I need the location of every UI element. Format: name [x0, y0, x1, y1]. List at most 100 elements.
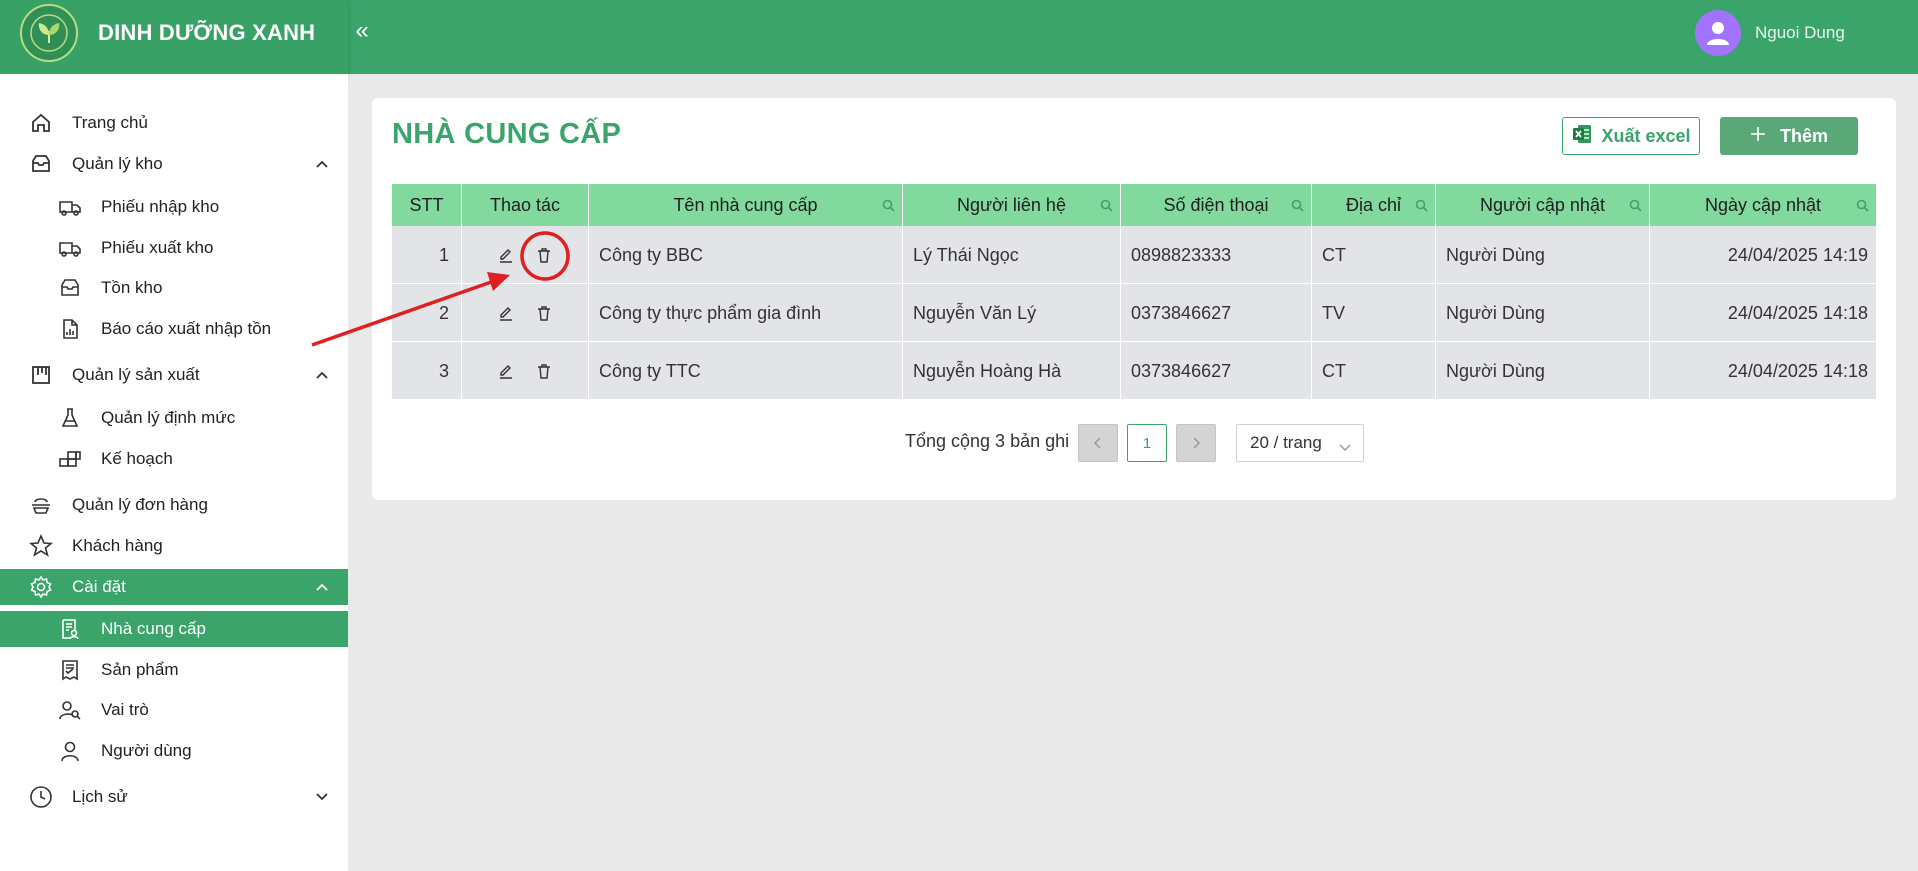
factory-icon [28, 362, 54, 388]
cell-supplier-name: Công ty BBC [589, 226, 903, 284]
search-icon[interactable] [1856, 196, 1870, 212]
collapse-sidebar-icon[interactable]: « [350, 19, 374, 44]
sidebar-item-users[interactable]: Người dùng [0, 733, 348, 769]
sidebar-item-suppliers[interactable]: Nhà cung cấp [0, 611, 348, 647]
cell-phone: 0898823333 [1121, 226, 1312, 284]
sidebar-item-production[interactable]: Quản lý sản xuất [0, 357, 348, 393]
column-header-supplier-name[interactable]: Tên nhà cung cấp [589, 184, 903, 226]
cell-actions [462, 226, 589, 284]
column-header-updated-by[interactable]: Người cập nhật [1436, 184, 1650, 226]
column-header-contact[interactable]: Người liên hệ [903, 184, 1121, 226]
sidebar-item-label: Vai trò [101, 700, 149, 719]
edit-icon[interactable] [495, 302, 517, 324]
top-header: DINH DƯỠNG XANH « Nguoi Dung [0, 0, 1918, 74]
inbox-icon [28, 151, 54, 177]
sidebar-item-inventory[interactable]: Quản lý kho [0, 146, 348, 182]
table-header: STT Thao tác Tên nhà cung cấp Người liên… [392, 184, 1876, 226]
chevron-up-icon[interactable] [312, 154, 332, 174]
page-size-value: 20 / trang [1250, 433, 1322, 452]
inbox-icon [57, 275, 83, 301]
sidebar-item-stock[interactable]: Tồn kho [0, 270, 348, 306]
sidebar-item-label: Khách hàng [72, 536, 163, 555]
excel-icon [1571, 123, 1593, 150]
search-icon[interactable] [1100, 196, 1114, 212]
chevron-down-icon[interactable] [312, 787, 332, 807]
sidebar-item-label: Phiếu xuất kho [101, 238, 214, 257]
sidebar-item-label: Người dùng [101, 741, 192, 760]
cell-supplier-name: Công ty TTC [589, 342, 903, 400]
brand-name: DINH DƯỠNG XANH [98, 20, 316, 45]
pagination-total: Tổng cộng 3 bản ghi [905, 431, 1070, 451]
cell-updated-by: Người Dùng [1436, 284, 1650, 342]
cell-contact: Nguyễn Văn Lý [903, 284, 1121, 342]
cell-updated-by: Người Dùng [1436, 342, 1650, 400]
avatar[interactable] [1695, 10, 1741, 56]
column-header-address[interactable]: Địa chỉ [1312, 184, 1436, 226]
sidebar-item-stock-out[interactable]: Phiếu xuất kho [0, 230, 348, 266]
sidebar-item-label: Nhà cung cấp [101, 619, 206, 638]
cell-supplier-name: Công ty thực phẩm gia đình [589, 284, 903, 342]
column-header-updated-at[interactable]: Ngày cập nhật [1650, 184, 1876, 226]
column-header-phone[interactable]: Số điện thoại [1121, 184, 1312, 226]
sidebar-item-stock-in[interactable]: Phiếu nhập kho [0, 189, 348, 225]
cell-contact: Lý Thái Ngọc [903, 226, 1121, 284]
sidebar-item-label: Kế hoạch [101, 449, 173, 468]
column-header-actions: Thao tác [462, 184, 589, 226]
sidebar-item-products[interactable]: Sản phẩm [0, 652, 348, 688]
sidebar-item-label: Sản phẩm [101, 660, 179, 679]
cell-phone: 0373846627 [1121, 342, 1312, 400]
search-icon[interactable] [1629, 196, 1643, 212]
truck-out-icon [57, 235, 83, 261]
sidebar-item-orders[interactable]: Quản lý đơn hàng [0, 487, 348, 523]
gear-icon [28, 574, 54, 600]
chevron-up-icon[interactable] [312, 577, 332, 597]
chevron-up-icon[interactable] [312, 365, 332, 385]
export-excel-button[interactable]: Xuất excel [1562, 117, 1700, 155]
sidebar-item-label: Quản lý định mức [101, 408, 236, 427]
sidebar-item-label: Tồn kho [101, 278, 163, 297]
sidebar-item-customers[interactable]: Khách hàng [0, 528, 348, 564]
sidebar-item-label: Cài đặt [72, 577, 126, 596]
cell-stt: 1 [392, 226, 462, 284]
delete-icon[interactable] [533, 244, 555, 266]
page-size-select[interactable]: 20 / trang [1236, 424, 1364, 462]
edit-icon[interactable] [495, 360, 517, 382]
search-icon[interactable] [1415, 196, 1429, 212]
sidebar-item-label: Quản lý sản xuất [72, 365, 200, 384]
report-icon [57, 316, 83, 342]
supplier-icon [57, 616, 83, 642]
add-supplier-button[interactable]: Thêm [1720, 117, 1858, 155]
search-icon[interactable] [1291, 196, 1305, 212]
product-icon [57, 657, 83, 683]
delete-icon[interactable] [533, 360, 555, 382]
order-icon [28, 492, 54, 518]
sidebar-item-history[interactable]: Lịch sử [0, 779, 348, 815]
cell-updated-at: 24/04/2025 14:19 [1727, 244, 1868, 265]
next-page-button[interactable] [1176, 424, 1216, 462]
sidebar-item-plan[interactable]: Kế hoạch [0, 441, 348, 477]
sidebar-item-label: Lịch sử [72, 787, 128, 806]
cell-updated-at: 24/04/2025 14:18 [1727, 360, 1868, 381]
delete-icon[interactable] [533, 302, 555, 324]
sidebar-item-settings[interactable]: Cài đặt [0, 569, 348, 605]
page-button-current[interactable]: 1 [1127, 424, 1167, 462]
sidebar-item-label: Báo cáo xuất nhập tồn [101, 319, 272, 338]
sidebar-item-home[interactable]: Trang chủ [0, 105, 348, 141]
user-menu[interactable]: Nguoi Dung [1695, 10, 1845, 56]
brand-bar: DINH DƯỠNG XANH [0, 0, 348, 74]
sidebar-item-report[interactable]: Báo cáo xuất nhập tồn [0, 311, 348, 347]
add-label: Thêm [1779, 125, 1828, 146]
search-icon[interactable] [882, 196, 896, 212]
sidebar-item-norms[interactable]: Quản lý định mức [0, 400, 348, 436]
clock-icon [28, 784, 54, 810]
cell-actions [462, 284, 589, 342]
sidebar-item-label: Quản lý đơn hàng [72, 495, 208, 514]
prev-page-button[interactable] [1078, 424, 1118, 462]
edit-icon[interactable] [495, 244, 517, 266]
user-icon [57, 738, 83, 764]
role-icon [57, 697, 83, 723]
cell-updated-at: 24/04/2025 14:18 [1727, 302, 1868, 323]
plus-icon [1750, 126, 1766, 147]
sidebar-item-roles[interactable]: Vai trò [0, 692, 348, 728]
cell-stt: 3 [392, 342, 462, 400]
